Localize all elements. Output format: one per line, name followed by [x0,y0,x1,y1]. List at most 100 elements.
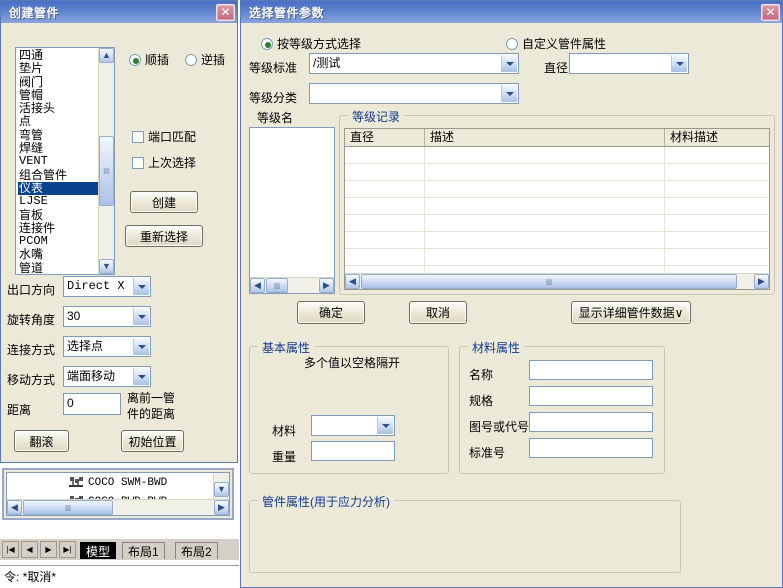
diameter-combo[interactable] [569,53,689,74]
connection-mode-value: 选择点 [67,339,104,353]
create-button[interactable]: 创建 [130,191,198,213]
list-item[interactable]: LJSE [18,194,98,208]
mat-spec-input[interactable] [529,386,653,406]
scrollbar-thumb[interactable]: ▤ [99,136,114,206]
spec-standard-combo[interactable]: /测试 [309,53,519,74]
rotation-angle-value: 30 [67,309,81,323]
material-combo[interactable] [311,415,395,436]
list-item-selected[interactable]: 仪表 [18,181,98,196]
scroll-left-icon[interactable]: ◀ [250,278,265,293]
table-row[interactable] [345,249,769,266]
roll-button[interactable]: 翻滚 [14,430,69,452]
nav-last-button[interactable]: ▶| [59,541,76,558]
tree-vertical-scrollbar[interactable]: ▼ [213,473,229,499]
list-item[interactable]: 组合管件 [18,168,98,182]
scroll-right-icon[interactable]: ▶ [214,500,229,515]
fitting-parameters-title: 选择管件参数 [249,5,325,20]
show-detail-button[interactable]: 显示详细管件数据∨ [571,301,691,324]
chevron-down-icon[interactable] [377,417,393,434]
mat-spec-label: 规格 [469,394,494,408]
radio-custom-props[interactable]: 自定义管件属性 [506,35,606,52]
list-item[interactable]: 点 [18,115,98,129]
distance-hint-line1: 离前一管 [127,391,176,405]
column-header-description[interactable]: 描述 [425,129,665,146]
table-row[interactable] [345,232,769,249]
nav-first-button[interactable]: |◀ [2,541,19,558]
table-row[interactable] [345,147,769,164]
mat-drawing-no-input[interactable] [529,412,653,432]
reselect-button[interactable]: 重新选择 [125,225,203,247]
fitting-type-items: 四通 垫片 阀门 管帽 活接头 点 弯管 焊缝 VENT 组合管件 仪表 LJS… [16,48,98,274]
scrollbar-thumb[interactable]: ▥ [23,500,113,515]
fitting-type-listbox[interactable]: 四通 垫片 阀门 管帽 活接头 点 弯管 焊缝 VENT 组合管件 仪表 LJS… [15,47,115,275]
exit-direction-combo[interactable]: Direct X [63,276,151,297]
close-icon[interactable]: ✕ [761,3,780,21]
list-item[interactable]: VENT [18,155,98,169]
chevron-down-icon[interactable] [501,55,517,72]
chevron-down-icon[interactable] [133,338,149,355]
weight-input[interactable] [311,441,395,461]
chevron-down-icon[interactable] [671,55,687,72]
radio-forward-insert[interactable]: 顺插 [129,51,169,68]
list-item[interactable]: 管道 [18,261,98,274]
radio-reverse-insert[interactable]: 逆插 [185,51,225,68]
close-icon[interactable]: ✕ [216,3,235,21]
command-line[interactable]: 令: *取消* [0,565,239,588]
distance-input[interactable]: 0 [63,393,121,415]
scrollbar-thumb[interactable]: ▥ [361,274,737,289]
spec-records-table[interactable]: 直径 描述 材料描述 ◀ ▥ ▶ [344,128,770,290]
list-item[interactable]: 垫片 [18,61,98,75]
spec-class-combo[interactable] [309,83,519,104]
fitting-list-scrollbar[interactable]: ▲ ▤ ▼ [98,48,114,274]
spec-name-listbox[interactable]: ◀ ▥ ▶ [249,127,335,294]
fitting-properties-group: 管件属性(用于应力分析) [249,493,681,573]
list-item[interactable]: 水嘴 [18,248,98,262]
scroll-right-icon[interactable]: ▶ [319,278,334,293]
nav-prev-button[interactable]: ◀ [21,541,38,558]
chevron-down-icon[interactable] [133,368,149,385]
scroll-up-icon[interactable]: ▲ [99,48,114,63]
mat-name-input[interactable] [529,360,653,380]
scrollbar-thumb[interactable]: ▥ [266,278,288,293]
ok-button[interactable]: 确定 [297,301,365,324]
chevron-down-icon[interactable] [501,85,517,102]
radio-dot-icon [129,53,141,66]
tree-item[interactable]: COCO SWM-BWD [7,473,229,492]
move-mode-combo[interactable]: 端面移动 [63,366,151,387]
table-row[interactable] [345,215,769,232]
nav-next-button[interactable]: ▶ [40,541,57,558]
tab-layout2[interactable]: 布局2 [175,542,218,559]
mat-standard-no-input[interactable] [529,438,653,458]
rotation-angle-combo[interactable]: 30 [63,306,151,327]
init-position-button[interactable]: 初始位置 [121,430,184,452]
table-row[interactable] [345,181,769,198]
spec-name-hscrollbar[interactable]: ◀ ▥ ▶ [250,277,334,293]
scroll-down-icon[interactable]: ▼ [99,259,114,274]
list-item[interactable]: PCOM [18,234,98,248]
checkbox-port-match[interactable]: 端口匹配 [132,128,196,145]
tree-horizontal-scrollbar[interactable]: ◀ ▥ ▶ [7,499,229,515]
table-row[interactable] [345,164,769,181]
column-header-diameter[interactable]: 直径 [345,129,425,146]
table-row[interactable] [345,198,769,215]
model-tree[interactable]: COCO SWM-BWD COCO BWD-BWD ▼ ◀ ▥ ▶ [6,472,230,516]
connection-mode-combo[interactable]: 选择点 [63,336,151,357]
list-item[interactable]: 盲板 [18,208,98,222]
table-hscrollbar[interactable]: ◀ ▥ ▶ [345,273,769,289]
list-item[interactable]: 连接件 [18,221,98,235]
checkbox-last-selection[interactable]: 上次选择 [132,154,196,171]
column-header-material-description[interactable]: 材料描述 [665,129,769,146]
chevron-down-icon[interactable] [133,278,149,295]
tab-layout1[interactable]: 布局1 [122,542,165,559]
scroll-right-icon[interactable]: ▶ [754,274,769,289]
cancel-button[interactable]: 取消 [409,301,467,324]
scroll-left-icon[interactable]: ◀ [345,274,360,289]
tab-model[interactable]: 模型 [80,542,117,559]
chevron-down-icon[interactable] [133,308,149,325]
scroll-left-icon[interactable]: ◀ [7,500,22,515]
list-item[interactable]: 阀门 [18,75,98,89]
list-item[interactable]: 活接头 [18,101,98,115]
radio-by-spec[interactable]: 按等级方式选择 [261,35,361,52]
scroll-down-icon[interactable]: ▼ [214,482,229,497]
list-item[interactable]: 焊缝 [18,141,98,155]
